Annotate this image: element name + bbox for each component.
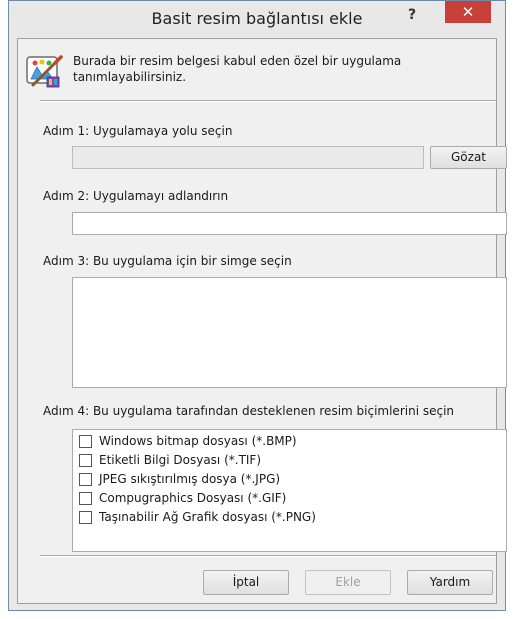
checkbox[interactable] — [79, 473, 92, 486]
checkbox[interactable] — [79, 511, 92, 524]
dialog-window: Basit resim bağlantısı ekle ? ✕ Burada b… — [8, 0, 507, 611]
add-button[interactable]: Ekle — [305, 570, 391, 595]
application-name-field[interactable] — [72, 212, 507, 235]
divider-top — [40, 100, 496, 102]
close-button[interactable]: ✕ — [445, 1, 491, 23]
intro-line-2: tanımlayabilirsiniz. — [73, 70, 187, 84]
format-label: Taşınabilir Ağ Grafik dosyası (*.PNG) — [99, 510, 316, 524]
help-icon[interactable]: ? — [401, 5, 423, 25]
divider-bottom — [40, 555, 496, 557]
window-title: Basit resim bağlantısı ekle — [151, 9, 363, 28]
format-list: Windows bitmap dosyası (*.BMP) Etiketli … — [72, 429, 507, 552]
step3-label: Adım 3: Bu uygulama için bir simge seçin — [43, 254, 292, 268]
format-label: Windows bitmap dosyası (*.BMP) — [99, 434, 297, 448]
help-button[interactable]: Yardım — [407, 570, 493, 595]
step4-label: Adım 4: Bu uygulama tarafından desteklen… — [43, 404, 455, 418]
checkbox[interactable] — [79, 454, 92, 467]
application-path-field[interactable] — [72, 146, 424, 169]
cancel-button[interactable]: İptal — [203, 570, 289, 595]
format-label: JPEG sıkıştırılmış dosya (*.JPG) — [99, 472, 281, 486]
checkbox[interactable] — [79, 435, 92, 448]
icon-preview-box[interactable] — [72, 277, 507, 388]
title-bar[interactable]: Basit resim bağlantısı ekle ? ✕ — [9, 1, 505, 37]
browse-button[interactable]: Gözat — [430, 146, 507, 169]
step2-label: Adım 2: Uygulamayı adlandırın — [43, 189, 229, 203]
format-label: Compugraphics Dosyası (*.GIF) — [99, 491, 287, 505]
step1-label: Adım 1: Uygulamaya yolu seçin — [43, 124, 233, 138]
dialog-body: Burada bir resim belgesi kabul eden özel… — [17, 38, 507, 604]
format-label: Etiketli Bilgi Dosyası (*.TIF) — [99, 453, 262, 467]
checkbox[interactable] — [79, 492, 92, 505]
intro-line-1: Burada bir resim belgesi kabul eden özel… — [73, 54, 402, 68]
paint-palette-brush-icon — [26, 55, 63, 88]
intro-text: Burada bir resim belgesi kabul eden özel… — [73, 53, 473, 85]
